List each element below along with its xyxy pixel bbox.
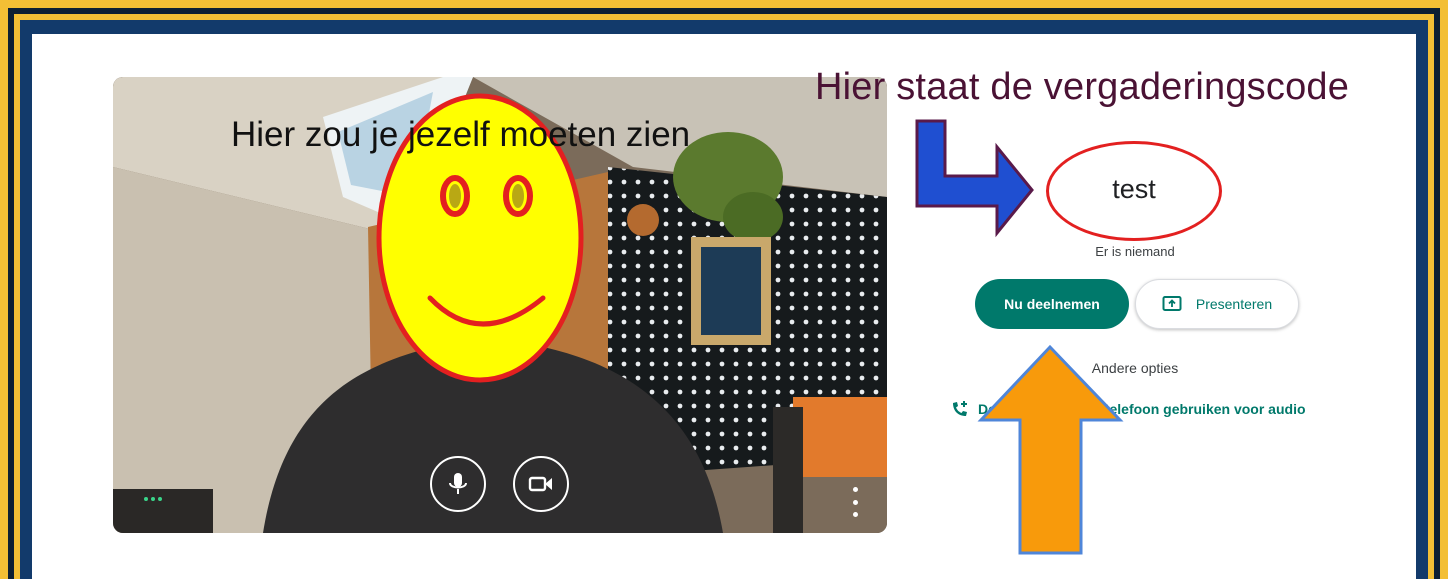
join-with-phone-link[interactable]: Deelnemen en een telefoon gebruiken voor…: [950, 399, 1306, 419]
present-screen-icon: [1162, 296, 1182, 311]
participants-status: Er is niemand: [1095, 244, 1175, 259]
other-options-heading: Andere opties: [1091, 360, 1179, 376]
mic-icon: [449, 473, 467, 494]
mic-toggle-button[interactable]: [430, 456, 486, 512]
audio-level-indicator: [144, 497, 162, 501]
self-view-caption: Hier zou je jezelf moeten zien: [231, 115, 691, 154]
meeting-code: test: [1112, 174, 1156, 204]
phone-link-label: Deelnemen en een telefoon gebruiken voor…: [978, 401, 1306, 417]
video-camera-icon: [528, 476, 552, 492]
more-vert-icon: [852, 487, 858, 492]
phone-add-icon: [953, 401, 967, 416]
meeting-code-caption: Hier staat de vergaderingscode: [815, 66, 1350, 108]
present-button[interactable]: Presenteren: [1135, 279, 1299, 329]
more-options-button[interactable]: [847, 487, 863, 517]
present-button-label: Presenteren: [1195, 296, 1273, 312]
join-now-button[interactable]: Nu deelnemen: [975, 279, 1129, 329]
camera-toggle-button[interactable]: [513, 456, 569, 512]
